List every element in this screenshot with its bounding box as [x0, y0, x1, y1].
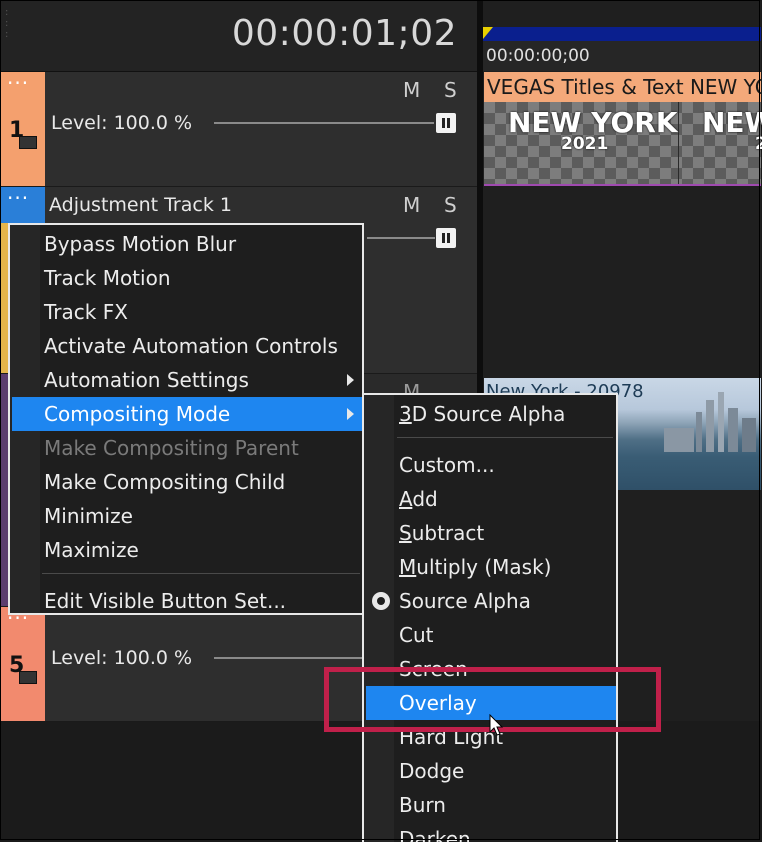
- screenshot-frame: [0, 0, 760, 840]
